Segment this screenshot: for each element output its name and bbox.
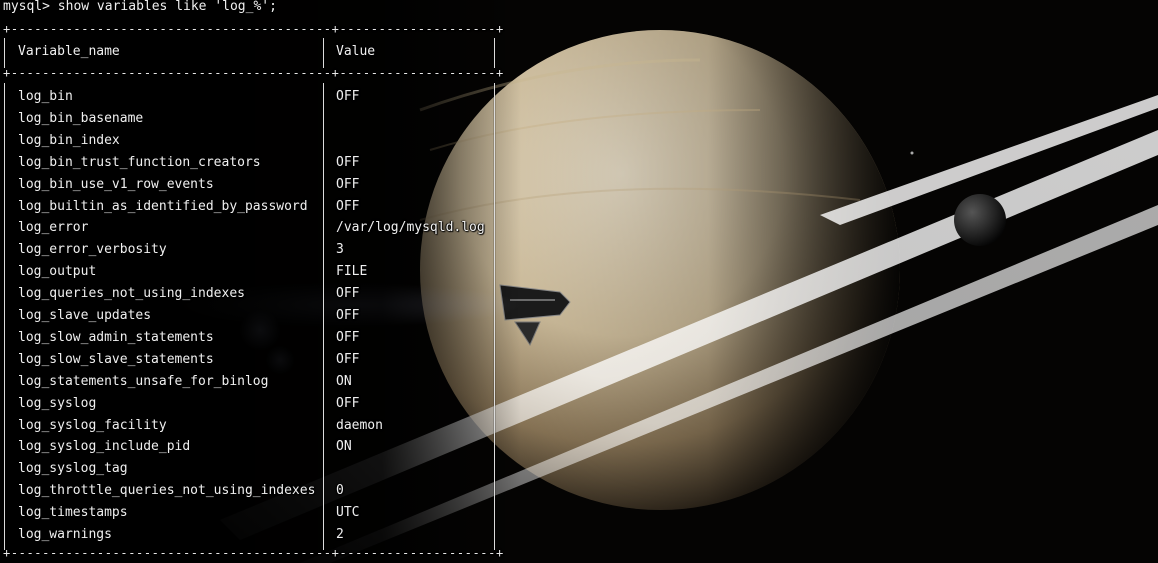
variable-name-cell: log_syslog <box>18 395 97 411</box>
value-cell: daemon <box>336 417 383 433</box>
value-cell: 3 <box>336 242 344 258</box>
variable-name-cell: log_throttle_queries_not_using_indexes <box>18 483 316 499</box>
value-cell: UTC <box>336 505 360 521</box>
variable-name-cell: log_slave_updates <box>18 308 152 323</box>
value-cell: OFF <box>336 308 360 323</box>
table-row: log_slow_admin_statements OFF <box>0 327 500 349</box>
variable-name-cell: log_error <box>18 220 89 236</box>
table-border-mid: +---------------------------------------… <box>3 66 504 80</box>
table-row: log_syslog_facility daemon <box>0 415 500 437</box>
variable-name-cell: log_bin <box>18 89 73 104</box>
table-row: log_bin_trust_function_creators OFF <box>0 152 500 174</box>
table-row: log_error_verbosity 3 <box>0 239 500 261</box>
value-cell: OFF <box>336 395 360 411</box>
table-row: log_warnings 2 <box>0 524 500 546</box>
table-row: log_syslog_include_pid ON <box>0 436 500 458</box>
value-cell: ON <box>336 373 352 389</box>
table-row: log_bin_index <box>0 130 500 152</box>
variable-name-cell: log_syslog_facility <box>18 417 167 433</box>
variable-name-cell: log_output <box>18 264 97 280</box>
value-cell: ON <box>336 439 352 455</box>
table-row: log_slow_slave_statements OFF <box>0 349 500 371</box>
variable-name-cell: log_slow_admin_statements <box>18 329 214 345</box>
value-cell: OFF <box>336 286 360 302</box>
table-row: log_syslog_tag <box>0 458 500 480</box>
variable-name-cell: log_error_verbosity <box>18 242 167 258</box>
variable-name-cell: log_slow_slave_statements <box>18 351 214 367</box>
value-cell: FILE <box>336 264 368 280</box>
variable-name-cell: log_warnings <box>18 527 112 542</box>
table-border-col <box>323 83 324 550</box>
table-row: log_queries_not_using_indexes OFF <box>0 283 500 305</box>
variable-name-cell: log_syslog_include_pid <box>18 439 191 455</box>
value-cell: OFF <box>336 329 360 345</box>
table-border-bottom: +---------------------------------------… <box>3 546 504 560</box>
variable-name-cell: log_bin_basename <box>18 110 144 126</box>
table-border-col-header <box>323 38 324 68</box>
table-row: log_statements_unsafe_for_binlog ON <box>0 371 500 393</box>
value-cell: OFF <box>336 176 360 192</box>
command-line: mysql> show variables like 'log_%'; <box>3 0 277 14</box>
table-border-left <box>4 83 5 550</box>
value-cell: /var/log/mysqld.log <box>336 220 485 236</box>
value-cell: OFF <box>336 351 360 367</box>
variable-name-cell: log_syslog_tag <box>18 461 128 477</box>
table-row: log_throttle_queries_not_using_indexes 0 <box>0 480 500 502</box>
variable-name-cell: log_builtin_as_identified_by_password <box>18 198 308 214</box>
table-row: log_slave_updates OFF <box>0 305 500 327</box>
table-border-right <box>494 83 495 550</box>
variable-name-cell: log_timestamps <box>18 505 128 521</box>
header-value: Value <box>336 44 376 59</box>
variable-name-cell: log_queries_not_using_indexes <box>18 286 245 302</box>
table-header: Variable_name Value <box>0 41 500 63</box>
value-cell: OFF <box>336 198 360 214</box>
table-border-left-header <box>4 38 5 68</box>
table-row: log_syslog OFF <box>0 393 500 415</box>
value-cell: OFF <box>336 154 360 170</box>
prompt: mysql> <box>3 0 50 14</box>
header-variable-name: Variable_name <box>18 44 120 59</box>
variable-name-cell: log_bin_use_v1_row_events <box>18 176 214 192</box>
table-row: log_builtin_as_identified_by_password OFF <box>0 196 500 218</box>
table-border-right-header <box>494 38 495 68</box>
table-row: log_bin_use_v1_row_events OFF <box>0 174 500 196</box>
terminal-window[interactable]: mysql> show variables like 'log_%'; +---… <box>0 0 1158 563</box>
command-text: show variables like 'log_%'; <box>57 0 277 14</box>
value-cell: 2 <box>336 527 344 542</box>
table-row: log_timestamps UTC <box>0 502 500 524</box>
table-row: log_output FILE <box>0 261 500 283</box>
variable-name-cell: log_statements_unsafe_for_binlog <box>18 373 269 389</box>
variable-name-cell: log_bin_trust_function_creators <box>18 154 261 170</box>
value-cell: 0 <box>336 483 344 499</box>
value-cell: OFF <box>336 89 360 104</box>
table-row: log_bin_basename <box>0 108 500 130</box>
table-border-top: +---------------------------------------… <box>3 22 504 36</box>
variable-name-cell: log_bin_index <box>18 132 120 148</box>
table-row: log_error/var/log/mysqld.log <box>0 217 500 239</box>
table-row: log_bin OFF <box>0 86 500 108</box>
